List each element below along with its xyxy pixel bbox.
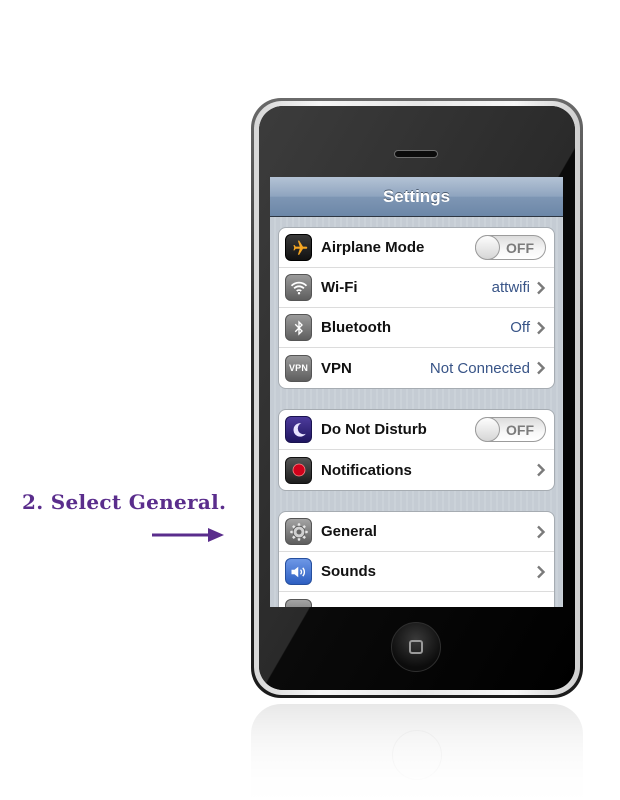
settings-row-partial — [279, 592, 554, 607]
navigation-bar: Settings — [270, 177, 563, 217]
chevron-right-icon — [537, 281, 546, 294]
phone-reflection — [251, 704, 583, 800]
gear-icon — [285, 518, 312, 545]
instruction-text: 2. Select General. — [22, 490, 227, 514]
tutorial-stage: 2. Select General. Settings Airplane Mod… — [0, 0, 620, 800]
chevron-right-icon — [537, 463, 546, 477]
earpiece-speaker — [394, 150, 438, 158]
settings-row-label: Bluetooth — [321, 319, 391, 336]
settings-row-label: General — [321, 523, 377, 540]
settings-row-wifi[interactable]: Wi-Fi attwifi — [279, 268, 554, 308]
settings-row-label: VPN — [321, 359, 352, 377]
settings-screen: Settings Airplane Mode OFF Wi-Fi attwifi… — [270, 177, 563, 607]
partial-row-icon — [285, 598, 312, 607]
bluetooth-icon — [285, 314, 312, 341]
phone-face: Settings Airplane Mode OFF Wi-Fi attwifi… — [259, 106, 575, 690]
settings-row-value: Off — [510, 319, 530, 336]
arrow-right-icon — [152, 528, 224, 542]
airplane-mode-toggle[interactable]: OFF — [475, 235, 546, 260]
toggle-state: OFF — [506, 422, 534, 438]
chevron-right-icon — [537, 321, 546, 334]
toggle-state: OFF — [506, 240, 534, 256]
chevron-right-icon — [537, 565, 546, 578]
settings-row-notifications[interactable]: Notifications — [279, 450, 554, 490]
settings-row-label: Notifications — [321, 461, 412, 479]
settings-row-value: attwifi — [491, 279, 530, 296]
settings-row-bluetooth[interactable]: Bluetooth Off — [279, 308, 554, 348]
do-not-disturb-toggle[interactable]: OFF — [475, 417, 546, 442]
settings-group-connectivity: Airplane Mode OFF Wi-Fi attwifi Bluetoot… — [278, 227, 555, 389]
settings-row-value: Not Connected — [429, 359, 530, 377]
phone-bezel: Settings Airplane Mode OFF Wi-Fi attwifi… — [254, 101, 580, 695]
iphone-device: Settings Airplane Mode OFF Wi-Fi attwifi… — [251, 98, 583, 698]
settings-row-label: Airplane Mode — [321, 239, 425, 256]
chevron-right-icon — [537, 525, 546, 538]
settings-row-vpn[interactable]: VPN VPN Not Connected — [279, 348, 554, 388]
settings-row-sounds[interactable]: Sounds — [279, 552, 554, 592]
vpn-icon-text: VPN — [288, 363, 309, 373]
settings-group-system: General Sounds — [278, 511, 555, 607]
speaker-icon — [285, 558, 312, 585]
vpn-icon: VPN — [285, 354, 312, 382]
settings-row-airplane-mode[interactable]: Airplane Mode OFF — [279, 228, 554, 268]
toggle-knob — [475, 235, 500, 260]
settings-group-alerts: Do Not Disturb OFF Notifications — [278, 409, 555, 491]
settings-row-label: Sounds — [321, 563, 376, 580]
settings-row-do-not-disturb[interactable]: Do Not Disturb OFF — [279, 410, 554, 450]
home-button[interactable] — [391, 622, 441, 672]
wifi-icon — [285, 274, 312, 301]
page-title: Settings — [382, 186, 451, 206]
reflection-fade — [251, 704, 583, 800]
settings-row-label: Wi-Fi — [321, 279, 358, 296]
home-square-icon — [409, 640, 423, 654]
settings-row-general[interactable]: General — [279, 512, 554, 552]
settings-row-label: Do Not Disturb — [321, 421, 427, 438]
airplane-icon — [285, 234, 312, 261]
moon-icon — [285, 416, 312, 443]
notification-dot-icon — [285, 456, 312, 484]
toggle-knob — [475, 417, 500, 442]
chevron-right-icon — [537, 361, 546, 375]
